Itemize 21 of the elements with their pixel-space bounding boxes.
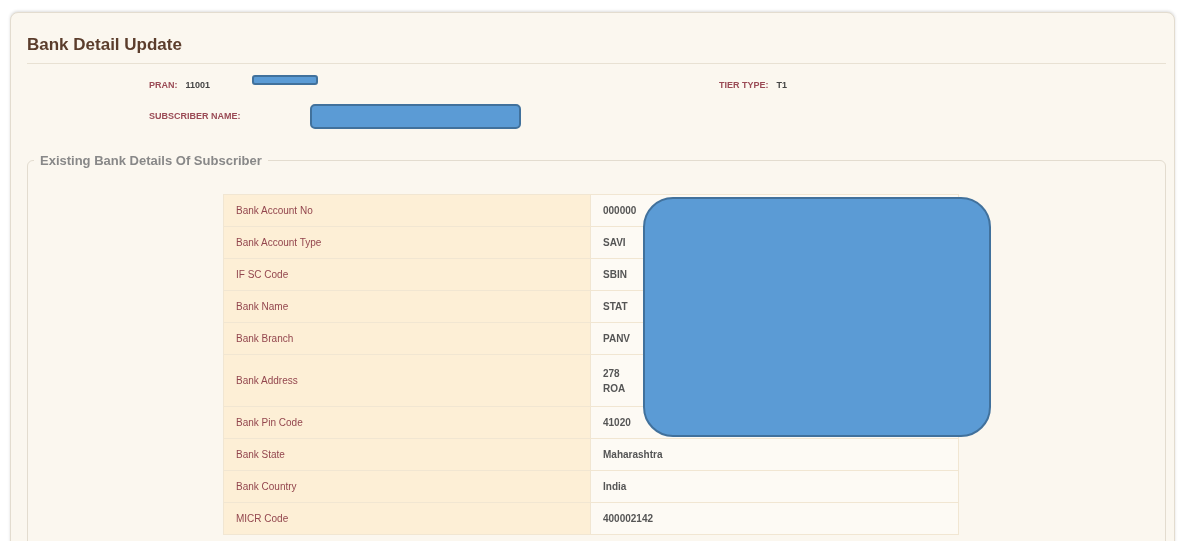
page-title: Bank Detail Update [27,35,182,55]
field-value: 11001 [185,80,211,90]
table-cell: India [590,470,959,503]
field-label: SUBSCRIBER NAME: [149,111,241,121]
table-cell: Bank Account No [223,194,591,227]
redaction-box [252,75,318,85]
table-cell: Maharashtra [590,438,959,471]
table-cell: MICR Code [223,502,591,535]
table-cell: Bank Address [223,354,591,407]
table-cell: Bank Country [223,470,591,503]
field-value: T1 [776,80,788,90]
field-label: PRAN: [149,80,178,90]
table-cell: IF SC Code [223,258,591,291]
table-cell: Bank Name [223,290,591,323]
table-cell: 400002142 [590,502,959,535]
table-cell: Bank Branch [223,322,591,355]
table-cell: Bank Pin Code [223,406,591,439]
section-legend: Existing Bank Details Of Subscriber [34,153,268,168]
field-label: TIER TYPE: [719,80,769,90]
table-cell: Bank State [223,438,591,471]
table-cell: Bank Account Type [223,226,591,259]
